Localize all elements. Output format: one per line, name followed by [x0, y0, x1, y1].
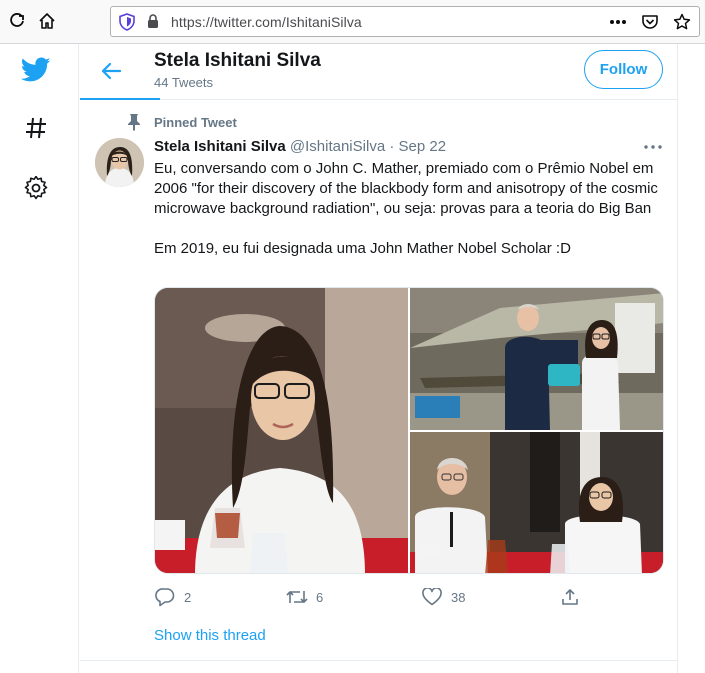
profile-timeline: Stela Ishitani Silva 44 Tweets Follow Pi… [80, 44, 678, 673]
reply-action[interactable]: 2 [154, 585, 191, 609]
bookmark-star-icon[interactable] [671, 11, 693, 33]
show-thread-link[interactable]: Show this thread [154, 627, 266, 644]
pocket-icon[interactable] [639, 11, 661, 33]
tweet-handle[interactable]: @IshitaniSilva [290, 138, 385, 155]
photo-2[interactable] [410, 288, 663, 430]
back-arrow-icon[interactable] [96, 56, 126, 86]
retweet-action[interactable]: 6 [286, 585, 323, 609]
profile-name: Stela Ishitani Silva [154, 50, 321, 71]
pinned-tweet-label: Pinned Tweet [154, 114, 237, 130]
heart-icon[interactable] [421, 586, 443, 608]
pin-icon [124, 113, 144, 131]
retweet-count: 6 [316, 589, 324, 605]
browser-toolbar: https://twitter.com/IshitaniSilva [0, 0, 705, 44]
tweet-display-name[interactable]: Stela Ishitani Silva [154, 138, 286, 155]
left-nav-rail [0, 44, 79, 673]
tweet-media-grid[interactable] [154, 287, 664, 574]
url-bar[interactable]: https://twitter.com/IshitaniSilva [110, 6, 700, 37]
pinned-label-row: Pinned Tweet [124, 113, 237, 131]
tweet-text: Eu, conversando com o John C. Mather, pr… [154, 160, 658, 257]
follow-button[interactable]: Follow [584, 50, 663, 89]
hashtag-icon[interactable] [20, 112, 52, 144]
retweet-icon[interactable] [286, 586, 308, 608]
profile-header: Stela Ishitani Silva 44 Tweets Follow [80, 44, 678, 100]
lock-icon[interactable] [147, 14, 159, 34]
pinned-tweet[interactable]: Pinned Tweet Stela Ishitani Silva @Ishit… [80, 101, 678, 661]
photo-3[interactable] [410, 432, 663, 573]
home-icon[interactable] [36, 10, 58, 32]
like-action[interactable]: 38 [421, 585, 465, 609]
tweet-date[interactable]: Sep 22 [399, 138, 447, 155]
tweet-meta: Stela Ishitani Silva @IshitaniSilva · Se… [154, 138, 446, 155]
avatar[interactable] [95, 138, 144, 187]
reply-count: 2 [184, 589, 192, 605]
photo-1[interactable] [155, 288, 408, 573]
reload-icon[interactable] [6, 10, 28, 32]
tracking-shield-icon[interactable] [119, 13, 135, 36]
tweet-actions: 2 6 38 [154, 585, 664, 609]
twitter-logo-icon[interactable] [20, 54, 52, 86]
tweet-count: 44 Tweets [154, 75, 214, 90]
share-action[interactable] [559, 585, 589, 609]
meta-separator: · [389, 138, 395, 155]
url-text[interactable]: https://twitter.com/IshitaniSilva [171, 14, 362, 30]
share-icon[interactable] [559, 586, 581, 608]
like-count: 38 [451, 589, 466, 605]
reply-icon[interactable] [154, 586, 176, 608]
back-button-underline [80, 98, 160, 100]
gear-icon[interactable] [20, 172, 52, 204]
page-actions-icon[interactable] [607, 11, 629, 33]
more-options-icon[interactable] [642, 139, 664, 155]
